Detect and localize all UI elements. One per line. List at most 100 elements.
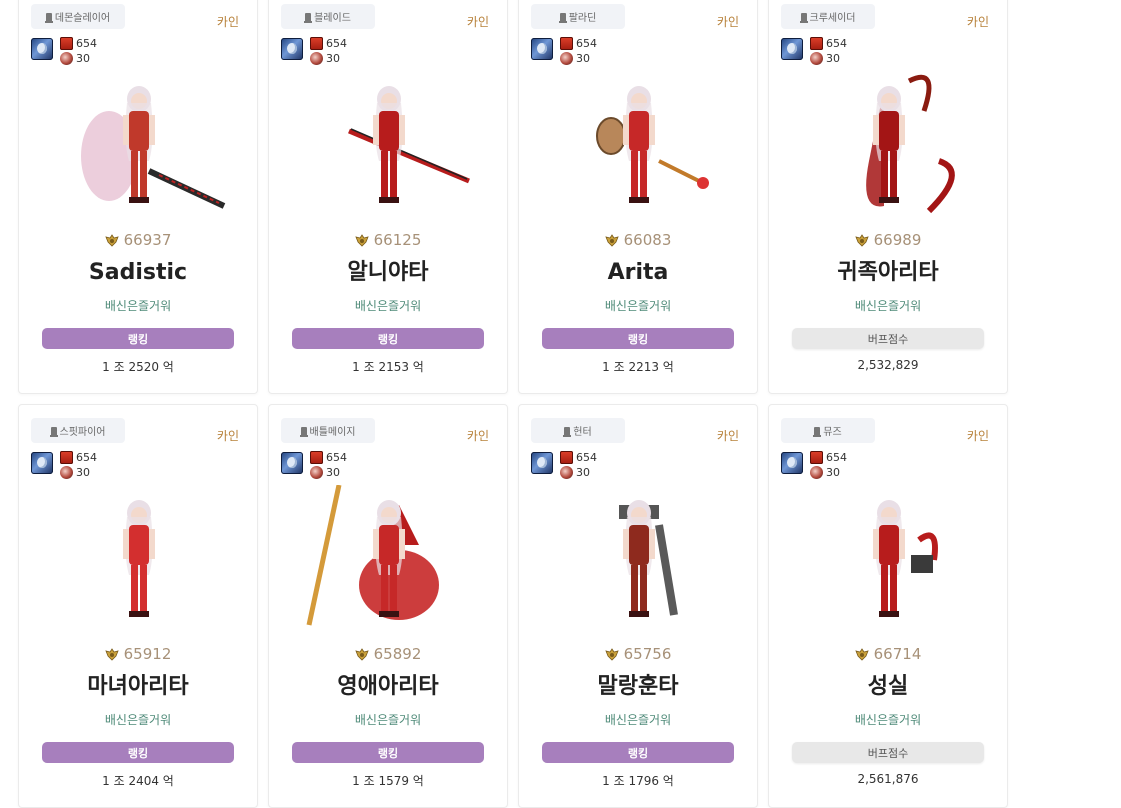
- fame-value: 66714: [873, 645, 922, 663]
- title-icon: [60, 52, 73, 65]
- guild-name[interactable]: 배신은즐거워: [519, 711, 757, 728]
- ranking-button[interactable]: 랭킹: [292, 742, 484, 763]
- set-level-row: 654: [310, 451, 347, 464]
- fame-value: 65912: [123, 645, 172, 663]
- title-level-value: 30: [576, 466, 590, 479]
- score-value: 1 조 2520 억: [102, 360, 174, 374]
- avatar-icon: [31, 38, 53, 60]
- avatar-icon: [781, 38, 803, 60]
- ranking-button[interactable]: 랭킹: [42, 742, 234, 763]
- character-name[interactable]: 알니야타: [269, 259, 507, 287]
- set-item-icon: [560, 37, 573, 50]
- fame-score: 66989: [769, 231, 1007, 249]
- character-card-3[interactable]: 팔라딘 카인 654 30 66083 Arita 배신은즐거워 랭킹 1 조 …: [518, 0, 758, 394]
- set-level-row: 654: [60, 451, 97, 464]
- title-icon: [310, 52, 323, 65]
- guild-name[interactable]: 배신은즐거워: [269, 297, 507, 314]
- character-name[interactable]: 말랑훈타: [519, 673, 757, 701]
- job-badge: 팔라딘: [531, 4, 625, 29]
- job-badge: 배틀메이지: [281, 418, 375, 443]
- job-label: 헌터: [573, 427, 592, 438]
- title-icon: [560, 466, 573, 479]
- character-name[interactable]: 귀족아리타: [769, 259, 1007, 287]
- character-card-8[interactable]: 뮤즈 카인 654 30 66714 성실 배신은즐거워 버프점수 2,561,…: [768, 404, 1008, 808]
- fame-icon: [604, 647, 619, 661]
- job-label: 배틀메이지: [309, 427, 356, 438]
- job-label: 크루세이더: [809, 13, 856, 24]
- character-card-6[interactable]: 배틀메이지 카인 654 30 65892 영애아리타 배신은즐거워 랭킹 1 …: [268, 404, 508, 808]
- hunter-portrait: [539, 485, 739, 635]
- spitfire-portrait: [39, 485, 239, 635]
- job-badge: 헌터: [531, 418, 625, 443]
- title-icon: [810, 52, 823, 65]
- set-level-value: 654: [826, 451, 847, 464]
- set-level-row: 654: [560, 37, 597, 50]
- avatar-icon: [281, 38, 303, 60]
- set-item-icon: [560, 451, 573, 464]
- fame-score: 65892: [269, 645, 507, 663]
- character-name[interactable]: 마녀아리타: [19, 673, 257, 701]
- title-level-value: 30: [576, 52, 590, 65]
- character-name[interactable]: Arita: [519, 259, 757, 287]
- buff-score-button[interactable]: 버프점수: [792, 328, 984, 349]
- set-item-icon: [60, 451, 73, 464]
- character-card-4[interactable]: 크루세이더 카인 654 30 66989 귀족아리타 배신은즐거워 버프점수 …: [768, 0, 1008, 394]
- fame-score: 66125: [269, 231, 507, 249]
- job-badge: 데몬슬레이어: [31, 4, 125, 29]
- guild-name[interactable]: 배신은즐거워: [519, 297, 757, 314]
- buff-score-button[interactable]: 버프점수: [792, 742, 984, 763]
- job-label: 팔라딘: [568, 13, 597, 24]
- character-name[interactable]: 영애아리타: [269, 673, 507, 701]
- ranking-button[interactable]: 랭킹: [542, 328, 734, 349]
- job-label: 데몬슬레이어: [54, 13, 111, 24]
- title-level-row: 30: [310, 466, 340, 479]
- title-level-row: 30: [60, 52, 90, 65]
- sadistic-portrait: [39, 71, 239, 221]
- fame-icon: [104, 233, 119, 247]
- fame-value: 66989: [873, 231, 922, 249]
- character-card-7[interactable]: 헌터 카인 654 30 65756 말랑훈타 배신은즐거워 랭킹 1 조 17…: [518, 404, 758, 808]
- score-value: 2,561,876: [857, 772, 919, 786]
- job-label: 뮤즈: [823, 427, 842, 438]
- server-name: 카인: [716, 15, 739, 29]
- title-level-value: 30: [76, 466, 90, 479]
- guild-name[interactable]: 배신은즐거워: [19, 711, 257, 728]
- ranking-button[interactable]: 랭킹: [292, 328, 484, 349]
- title-icon: [810, 466, 823, 479]
- set-level-value: 654: [76, 451, 97, 464]
- job-icon: [813, 426, 822, 437]
- character-card-5[interactable]: 스핏파이어 카인 654 30 65912 마녀아리타 배신은즐거워 랭킹 1 …: [18, 404, 258, 808]
- guild-name[interactable]: 배신은즐거워: [769, 711, 1007, 728]
- avatar-icon: [781, 452, 803, 474]
- guild-name[interactable]: 배신은즐거워: [269, 711, 507, 728]
- job-label: 스핏파이어: [59, 427, 106, 438]
- set-level-value: 654: [576, 451, 597, 464]
- set-level-row: 654: [60, 37, 97, 50]
- character-card-1[interactable]: 데몬슬레이어 카인 654 30 66937 Sadistic 배신은즐거워 랭…: [18, 0, 258, 394]
- battlemage-portrait: [289, 484, 489, 635]
- set-level-value: 654: [76, 37, 97, 50]
- fame-icon: [354, 233, 369, 247]
- guild-name[interactable]: 배신은즐거워: [769, 297, 1007, 314]
- fame-icon: [854, 233, 869, 247]
- character-card-2[interactable]: 블레이드 카인 654 30 66125 알니야타 배신은즐거워 랭킹 1 조 …: [268, 0, 508, 394]
- title-icon: [310, 466, 323, 479]
- job-icon: [563, 426, 572, 437]
- server-name: 카인: [966, 15, 989, 29]
- job-icon: [44, 12, 53, 23]
- fame-value: 65756: [623, 645, 672, 663]
- crusader-portrait: [789, 71, 989, 221]
- ranking-button[interactable]: 랭킹: [542, 742, 734, 763]
- server-name: 카인: [466, 15, 489, 29]
- title-level-value: 30: [76, 52, 90, 65]
- score-value: 1 조 1579 억: [352, 774, 424, 788]
- title-level-value: 30: [326, 466, 340, 479]
- character-name[interactable]: 성실: [769, 673, 1007, 701]
- ranking-button[interactable]: 랭킹: [42, 328, 234, 349]
- fame-value: 65892: [373, 645, 422, 663]
- job-label: 블레이드: [314, 13, 351, 24]
- title-level-value: 30: [826, 52, 840, 65]
- score-value: 1 조 1796 억: [602, 774, 674, 788]
- guild-name[interactable]: 배신은즐거워: [19, 297, 257, 314]
- character-name[interactable]: Sadistic: [19, 259, 257, 287]
